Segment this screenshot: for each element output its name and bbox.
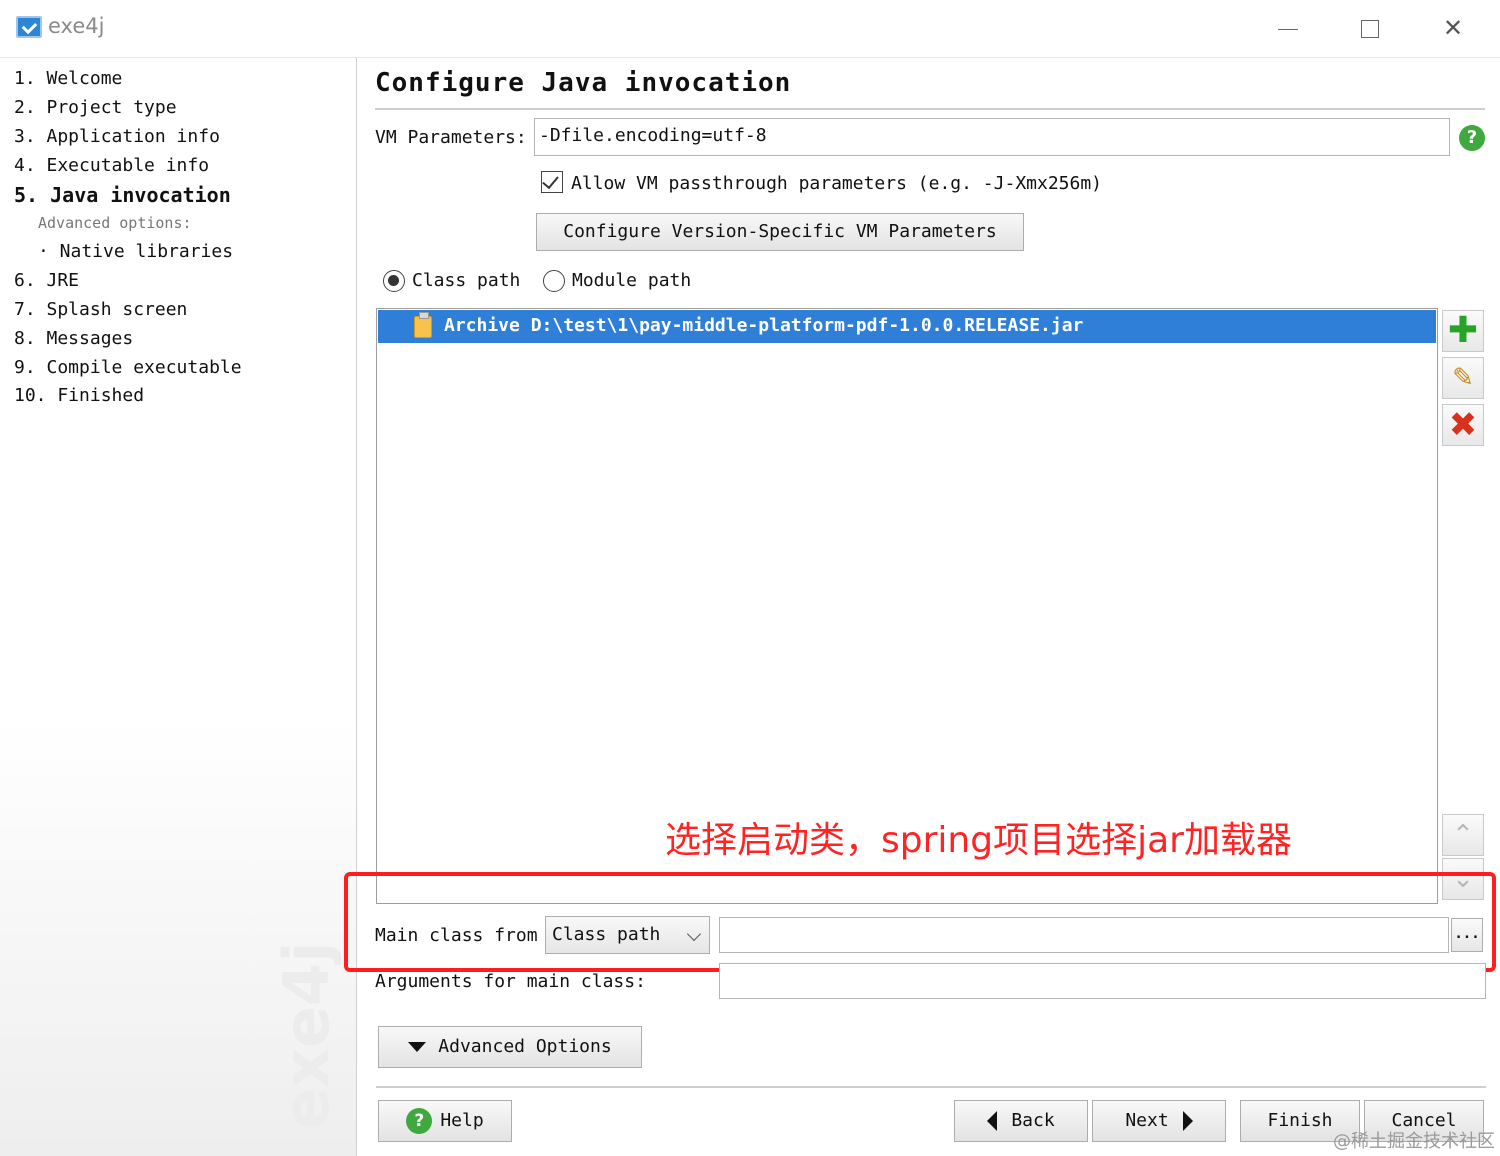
jar-icon bbox=[414, 312, 432, 338]
main-content: Configure Java invocation VM Parameters:… bbox=[344, 58, 1500, 1156]
app-icon bbox=[16, 16, 42, 38]
maximize-button[interactable] bbox=[1340, 8, 1400, 48]
plus-icon: ✚ bbox=[1447, 310, 1479, 351]
add-entry-button[interactable]: ✚ bbox=[1442, 310, 1484, 352]
back-button[interactable]: Back bbox=[954, 1100, 1088, 1142]
step-compile-executable[interactable]: 9. Compile executable bbox=[14, 357, 242, 378]
next-button[interactable]: Next bbox=[1092, 1100, 1226, 1142]
step-welcome[interactable]: 1. Welcome bbox=[14, 68, 122, 89]
annotation-text: 选择启动类，spring项目选择jar加载器 bbox=[665, 820, 1292, 861]
main-class-source-select[interactable]: Class path bbox=[545, 916, 710, 954]
minimize-button[interactable] bbox=[1258, 8, 1318, 48]
class-path-radio-label: Class path bbox=[412, 270, 521, 291]
edit-entry-button[interactable]: ✎ bbox=[1442, 357, 1484, 399]
class-path-radio[interactable] bbox=[383, 270, 405, 292]
arrow-left-icon bbox=[987, 1111, 998, 1131]
help-icon: ? bbox=[406, 1108, 433, 1134]
advanced-options-label: Advanced Options bbox=[438, 1036, 612, 1057]
step-application-info[interactable]: 3. Application info bbox=[14, 126, 220, 147]
main-class-source-value: Class path bbox=[552, 924, 661, 945]
next-label: Next bbox=[1125, 1110, 1169, 1131]
step-messages[interactable]: 8. Messages bbox=[14, 328, 133, 349]
exe4j-logo: exe4j bbox=[270, 941, 343, 1130]
help-button[interactable]: ? Help bbox=[378, 1100, 512, 1142]
classpath-entry[interactable]: Archive D:\test\1\pay-middle-platform-pd… bbox=[378, 310, 1436, 343]
vm-parameters-label: VM Parameters: bbox=[375, 127, 527, 148]
arguments-label: Arguments for main class: bbox=[375, 971, 646, 992]
help-icon[interactable]: ? bbox=[1459, 125, 1485, 151]
chevron-up-icon: ⌃ bbox=[1452, 820, 1474, 850]
title-bar: exe4j ✕ bbox=[0, 0, 1500, 58]
step-finished[interactable]: 10. Finished bbox=[14, 385, 144, 406]
window-title: exe4j bbox=[48, 14, 105, 38]
advanced-options-label: Advanced options: bbox=[38, 214, 192, 232]
remove-entry-button[interactable]: ✖ bbox=[1442, 404, 1484, 446]
step-executable-info[interactable]: 4. Executable info bbox=[14, 155, 209, 176]
main-class-input[interactable] bbox=[719, 917, 1449, 953]
allow-passthrough-label: Allow VM passthrough parameters (e.g. -J… bbox=[571, 173, 1103, 194]
advanced-options-button[interactable]: Advanced Options bbox=[378, 1026, 642, 1068]
step-jre[interactable]: 6. JRE bbox=[14, 270, 79, 291]
allow-passthrough-checkbox[interactable] bbox=[541, 171, 563, 193]
step-project-type[interactable]: 2. Project type bbox=[14, 97, 177, 118]
step-java-invocation[interactable]: 5. Java invocation bbox=[14, 183, 231, 207]
arrow-right-icon bbox=[1182, 1111, 1193, 1131]
help-label: Help bbox=[440, 1110, 484, 1131]
module-path-radio[interactable] bbox=[543, 270, 565, 292]
page-title: Configure Java invocation bbox=[375, 68, 792, 98]
chevron-down-icon bbox=[686, 926, 702, 942]
browse-main-class-button[interactable]: ... bbox=[1451, 918, 1483, 952]
vm-parameters-input[interactable]: -Dfile.encoding=utf-8 bbox=[534, 118, 1450, 156]
close-button[interactable]: ✕ bbox=[1423, 8, 1483, 48]
footer-divider bbox=[376, 1086, 1486, 1088]
step-splash-screen[interactable]: 7. Splash screen bbox=[14, 299, 187, 320]
edit-icon: ✎ bbox=[1452, 363, 1474, 393]
minimize-icon bbox=[1278, 28, 1298, 30]
configure-version-specific-button[interactable]: Configure Version-Specific VM Parameters bbox=[536, 213, 1024, 251]
site-watermark: @稀土掘金技术社区 bbox=[1333, 1131, 1495, 1152]
triangle-down-icon bbox=[408, 1042, 427, 1052]
classpath-entry-text: Archive D:\test\1\pay-middle-platform-pd… bbox=[444, 315, 1084, 336]
step-native-libraries[interactable]: · Native libraries bbox=[38, 241, 233, 262]
back-label: Back bbox=[1011, 1110, 1055, 1131]
module-path-radio-label: Module path bbox=[572, 270, 692, 291]
move-up-button[interactable]: ⌃ bbox=[1442, 814, 1484, 856]
arguments-input[interactable] bbox=[719, 963, 1486, 999]
delete-icon: ✖ bbox=[1448, 405, 1478, 445]
maximize-icon bbox=[1361, 20, 1379, 38]
wizard-steps-panel: 1. Welcome 2. Project type 3. Applicatio… bbox=[0, 58, 357, 1156]
close-icon: ✕ bbox=[1442, 14, 1464, 42]
title-divider bbox=[375, 108, 1485, 110]
main-class-from-label: Main class from bbox=[375, 925, 538, 946]
